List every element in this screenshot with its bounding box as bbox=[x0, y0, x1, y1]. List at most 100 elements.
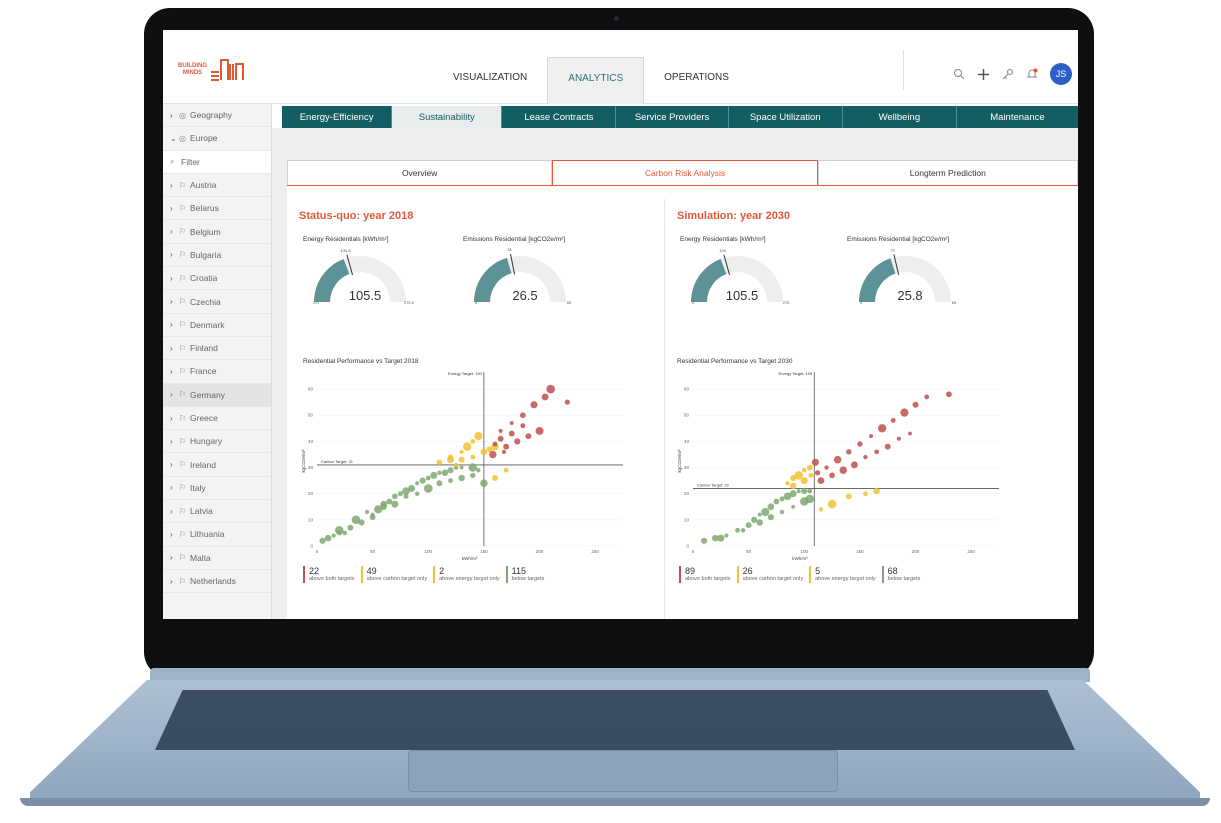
sidebar-item-label: Finland bbox=[190, 343, 218, 354]
stat-item: 68 below targets bbox=[881, 566, 920, 583]
scatter-point bbox=[779, 509, 785, 515]
scatter-point bbox=[773, 498, 780, 505]
subnav-sustainability[interactable]: Sustainability bbox=[392, 106, 503, 128]
scatter-point bbox=[474, 432, 483, 441]
stat-value: 49 bbox=[366, 566, 377, 576]
sidebar-item-label: Denmark bbox=[190, 319, 225, 330]
sidebar-item-hungary[interactable]: › ⚐ Hungary bbox=[163, 430, 271, 454]
sidebar-item-italy[interactable]: › ⚐ Italy bbox=[163, 477, 271, 501]
sidebar-item-germany[interactable]: › ⚐ Germany bbox=[163, 383, 271, 407]
user-avatar[interactable]: JS bbox=[1050, 63, 1072, 85]
chevron-right-icon: › bbox=[170, 483, 173, 493]
sidebar-item-latvia[interactable]: › ⚐ Latvia bbox=[163, 500, 271, 524]
sidebar-item-croatia[interactable]: › ⚐ Croatia bbox=[163, 267, 271, 291]
chevron-right-icon: › bbox=[170, 203, 173, 213]
sidebar-item-label: Netherlands bbox=[190, 576, 236, 587]
main-nav-operations[interactable]: OPERATIONS bbox=[644, 57, 749, 103]
scatter-point bbox=[824, 465, 829, 470]
sidebar-item-malta[interactable]: › ⚐ Malta bbox=[163, 547, 271, 570]
tab-carbon-risk-analysis[interactable]: Carbon Risk Analysis bbox=[552, 160, 818, 185]
scatter-point bbox=[468, 463, 478, 472]
sidebar-item-label: Lithuania bbox=[190, 529, 225, 540]
scatter-point bbox=[745, 522, 752, 529]
sidebar-item-belgium[interactable]: › ⚐ Belgium bbox=[163, 220, 271, 244]
gauge-value: 105.5 bbox=[726, 288, 759, 303]
y-tick-label: 50 bbox=[684, 413, 690, 418]
sidebar-item-finland[interactable]: › ⚐ Finland bbox=[163, 337, 271, 361]
sidebar-item-france[interactable]: › ⚐ France bbox=[163, 360, 271, 384]
sidebar-item-austria[interactable]: › ⚐ Austria bbox=[163, 174, 271, 198]
plus-icon[interactable] bbox=[977, 68, 990, 81]
scatter-point bbox=[946, 391, 952, 398]
scatter-point bbox=[509, 421, 514, 426]
subnav-lease-contracts[interactable]: Lease Contracts bbox=[502, 106, 617, 128]
x-tick-label: 200 bbox=[536, 549, 544, 554]
sidebar-item-lithuania[interactable]: › ⚐ Lithuania bbox=[163, 523, 271, 547]
emissions-gauge-label-2030: Emissions Residential [kgCO2e/m²] bbox=[847, 236, 950, 243]
stat-item: 22 above both targets bbox=[303, 566, 355, 583]
tab-overview[interactable]: Overview bbox=[287, 160, 553, 185]
subnav-service-providers[interactable]: Service Providers bbox=[616, 106, 729, 128]
flag-icon: ⚐ bbox=[179, 483, 187, 493]
sidebar-item-bulgaria[interactable]: › ⚐ Bulgaria bbox=[163, 244, 271, 268]
sidebar-item-belarus[interactable]: › ⚐ Belarus bbox=[163, 197, 271, 221]
flag-icon: ⚐ bbox=[179, 203, 187, 213]
filter-input[interactable]: ⌕ Filter bbox=[163, 150, 271, 174]
gauge-fill bbox=[314, 259, 350, 302]
x-tick-label: 50 bbox=[370, 549, 376, 554]
flag-icon: ⚐ bbox=[179, 390, 187, 400]
scatter-point bbox=[530, 401, 538, 409]
x-tick-label: 250 bbox=[591, 549, 599, 554]
flag-icon: ⚐ bbox=[179, 273, 187, 283]
search-icon[interactable] bbox=[953, 68, 965, 80]
subnav-energy-efficiency[interactable]: Energy-Efficiency bbox=[282, 106, 393, 128]
tab-longterm-prediction[interactable]: Longterm Prediction bbox=[817, 160, 1078, 185]
sidebar-item-czechia[interactable]: › ⚐ Czechia bbox=[163, 290, 271, 314]
flag-icon: ⚐ bbox=[179, 320, 187, 330]
scatter-point bbox=[397, 491, 403, 497]
sidebar-item-europe[interactable]: ⌄ ◎ Europe bbox=[163, 127, 271, 151]
panel-divider bbox=[664, 199, 665, 619]
sidebar-item-denmark[interactable]: › ⚐ Denmark bbox=[163, 314, 271, 337]
main-nav-visualization[interactable]: VISUALIZATION bbox=[433, 57, 547, 103]
logo[interactable]: BUILDING MINDS bbox=[178, 58, 246, 82]
chevron-right-icon: › bbox=[170, 227, 173, 237]
chevron-right-icon: › bbox=[170, 576, 173, 586]
sidebar-item-netherlands[interactable]: › ⚐ Netherlands bbox=[163, 570, 271, 594]
scatter-point bbox=[423, 484, 433, 493]
flag-icon: ⚐ bbox=[179, 506, 187, 516]
x-tick-label: 0 bbox=[316, 549, 319, 554]
sidebar-item-geography[interactable]: › ◎ Geography bbox=[163, 104, 271, 128]
gauge-target-label: 109 bbox=[719, 248, 726, 253]
energy-gauge-label: Energy Residentials [kWh/m²] bbox=[303, 236, 389, 243]
flag-icon: ⚐ bbox=[179, 529, 187, 539]
energy-gauge-label-2030: Energy Residentials [kWh/m²] bbox=[680, 236, 766, 243]
subnav-wellbeing[interactable]: Wellbeing bbox=[843, 106, 957, 128]
logo-line2: MINDS bbox=[182, 70, 203, 76]
scatter-point bbox=[470, 472, 476, 479]
bell-icon[interactable] bbox=[1026, 68, 1038, 80]
subnav-maintenance[interactable]: Maintenance bbox=[957, 106, 1078, 128]
sidebar-item-label: Latvia bbox=[190, 506, 213, 517]
stat-item: 89 above both targets bbox=[679, 566, 731, 583]
emissions-gauge-label: Emissions Residential [kgCO2e/m²] bbox=[463, 236, 566, 243]
main-nav-analytics[interactable]: ANALYTICS bbox=[547, 57, 645, 104]
stat-item: 49 above carbon target only bbox=[360, 566, 427, 583]
scatter-point bbox=[508, 430, 515, 437]
key-icon[interactable] bbox=[1002, 68, 1014, 80]
subnav-space-utilization[interactable]: Space Utilization bbox=[729, 106, 843, 128]
flag-icon: ⚐ bbox=[179, 227, 187, 237]
scatter-point bbox=[874, 449, 879, 455]
sidebar-item-ireland[interactable]: › ⚐ Ireland bbox=[163, 453, 271, 477]
scatter-point bbox=[767, 514, 774, 521]
scatter-point bbox=[740, 528, 746, 533]
sidebar-item-label: Ireland bbox=[190, 459, 216, 470]
flag-icon: ⚐ bbox=[179, 180, 187, 190]
x-tick-label: 0 bbox=[692, 549, 695, 554]
scatter-point bbox=[818, 507, 824, 512]
sidebar-item-greece[interactable]: › ⚐ Greece bbox=[163, 407, 271, 431]
sidebar-item-label: Belgium bbox=[190, 226, 221, 237]
flag-icon: ⚐ bbox=[179, 460, 187, 470]
scatter-point bbox=[808, 472, 814, 478]
scatter-point bbox=[805, 494, 815, 504]
